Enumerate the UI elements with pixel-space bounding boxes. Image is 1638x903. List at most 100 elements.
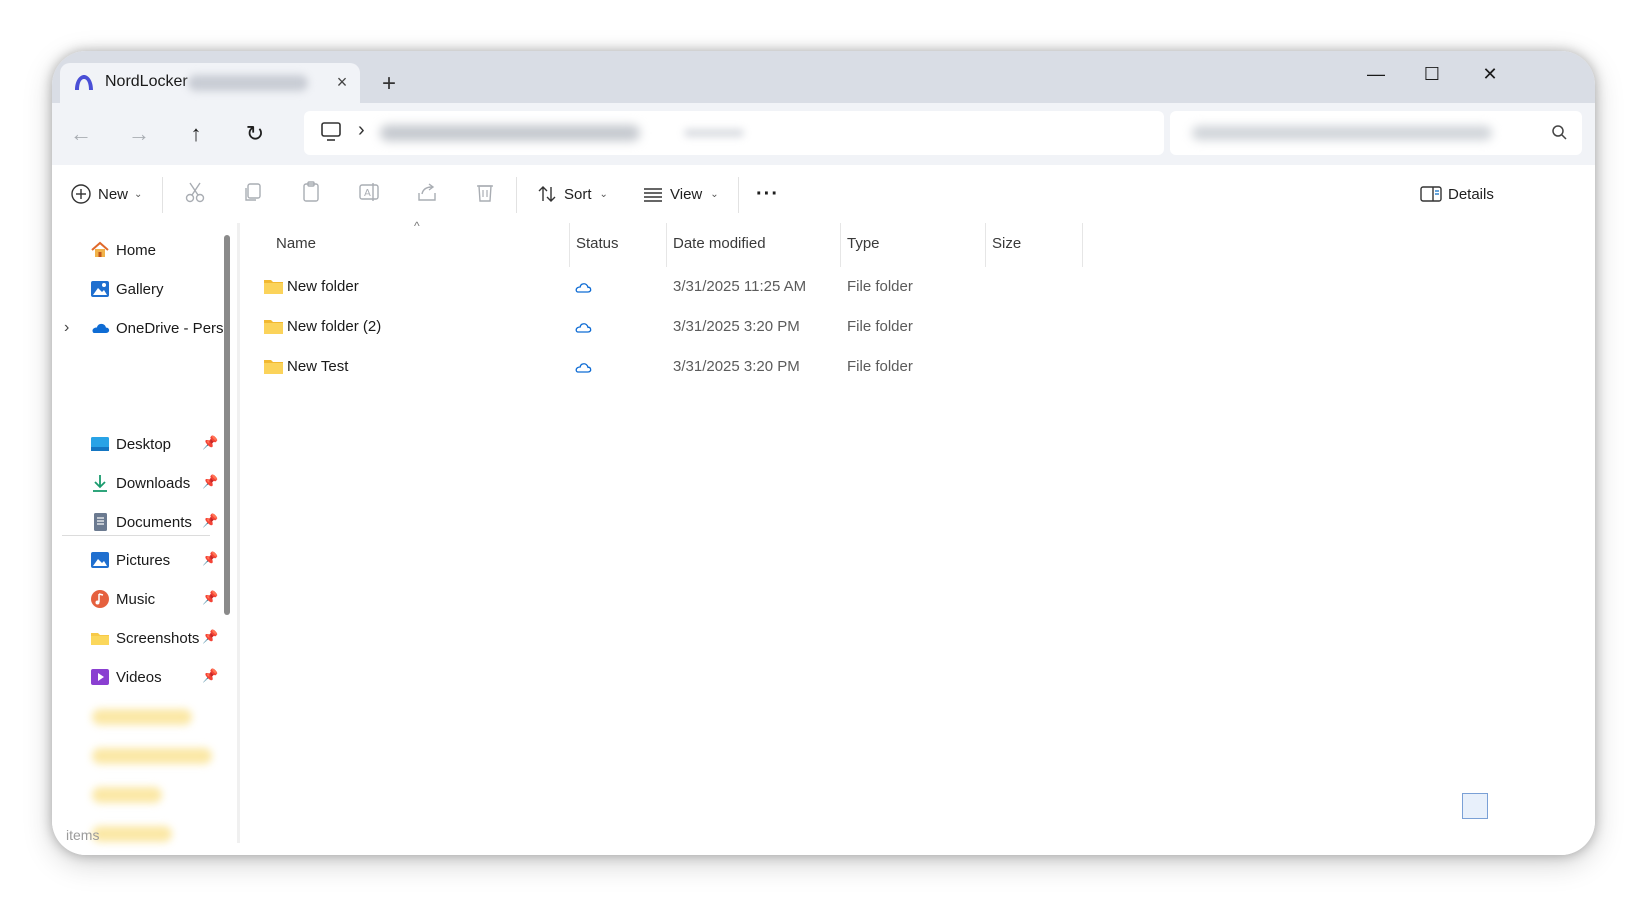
new-tab-icon[interactable]: +	[374, 69, 404, 99]
sidebar-item-redacted[interactable]	[92, 709, 192, 725]
table-row[interactable]: New Test 3/31/2025 3:20 PM File folder	[240, 349, 1140, 385]
minimize-icon[interactable]: —	[1356, 59, 1396, 91]
back-icon[interactable]: ←	[64, 117, 98, 151]
file-explorer-window: NordLocker × + — ☐ ✕ ← → ↑ ↻ › New ⌄ A S…	[52, 51, 1595, 855]
sidebar-item-label: Desktop	[116, 435, 172, 453]
column-divider[interactable]	[569, 223, 570, 267]
documents-icon	[94, 513, 107, 531]
pin-icon[interactable]: 📌	[202, 668, 218, 684]
file-type: File folder	[847, 318, 913, 335]
details-label: Details	[1448, 185, 1494, 203]
search-input[interactable]	[1170, 111, 1582, 155]
sidebar-item-onedrive[interactable]: OneDrive - Personal	[90, 313, 230, 343]
breadcrumb-chevron-icon[interactable]: ›	[358, 119, 365, 142]
tab-close-icon[interactable]: ×	[330, 69, 354, 95]
tab-nordlocker[interactable]: NordLocker ×	[60, 63, 360, 103]
navigation-bar: ← → ↑ ↻ ›	[52, 103, 1595, 165]
pictures-icon	[91, 552, 109, 568]
status-bar-items: items	[66, 827, 100, 843]
column-header-date[interactable]: Date modified	[673, 227, 766, 261]
sidebar-item-label: Gallery	[116, 280, 164, 298]
tab-title-redacted	[188, 75, 308, 91]
copy-icon[interactable]	[240, 179, 266, 205]
column-header-name[interactable]: Name	[276, 227, 316, 261]
address-path-redacted-2	[684, 129, 744, 137]
pin-icon[interactable]: 📌	[202, 590, 218, 606]
downloads-icon	[93, 475, 107, 492]
file-list: ^ Name Status Date modified Type Size Ne…	[240, 219, 1595, 855]
column-divider[interactable]	[1082, 223, 1083, 267]
table-row[interactable]: New folder 3/31/2025 11:25 AM File folde…	[240, 269, 1140, 305]
details-pane-button[interactable]: Details	[1418, 179, 1494, 209]
pin-icon[interactable]: 📌	[202, 629, 218, 645]
toolbar-divider	[516, 177, 517, 213]
cloud-status-icon	[575, 283, 592, 293]
column-divider[interactable]	[666, 223, 667, 267]
cloud-status-icon	[575, 323, 592, 333]
sidebar-item-gallery[interactable]: Gallery	[90, 274, 164, 304]
pin-icon[interactable]: 📌	[202, 513, 218, 529]
address-bar[interactable]: ›	[304, 111, 1164, 155]
sidebar-item-label: Music	[116, 590, 156, 608]
sidebar-item-home[interactable]: Home	[90, 235, 156, 265]
view-label: View	[670, 185, 703, 203]
nordlocker-logo-icon	[75, 75, 93, 90]
rename-icon[interactable]: A	[356, 179, 382, 205]
new-button[interactable]: New ⌄	[68, 179, 142, 209]
date-modified: 3/31/2025 3:20 PM	[673, 318, 800, 335]
close-window-icon[interactable]: ✕	[1470, 59, 1510, 91]
sidebar-scrollbar[interactable]	[224, 235, 230, 615]
tab-title: NordLocker	[105, 73, 188, 90]
sidebar-item-redacted[interactable]	[92, 826, 172, 842]
paste-icon[interactable]	[298, 179, 324, 205]
share-icon[interactable]	[414, 179, 440, 205]
navigation-pane: Home Gallery › OneDrive - Personal Deskt…	[52, 223, 237, 855]
column-header-status[interactable]: Status	[576, 227, 619, 261]
more-options-button[interactable]: ···	[756, 179, 779, 209]
chevron-down-icon: ⌄	[599, 188, 608, 200]
table-row[interactable]: New folder (2) 3/31/2025 3:20 PM File fo…	[240, 309, 1140, 345]
svg-text:A: A	[364, 188, 371, 199]
sidebar-item-downloads[interactable]: Downloads	[90, 468, 190, 498]
column-header-size[interactable]: Size	[992, 227, 1021, 261]
videos-icon	[91, 669, 109, 685]
sidebar-item-label: Pictures	[116, 551, 171, 569]
sidebar-item-redacted[interactable]	[92, 748, 212, 764]
refresh-icon[interactable]: ↻	[238, 117, 272, 151]
expand-chevron-icon[interactable]: ›	[64, 313, 69, 343]
sidebar-item-label: Home	[116, 241, 157, 259]
sort-button[interactable]: Sort ⌄	[534, 179, 608, 209]
toolbar-divider	[738, 177, 739, 213]
folder-icon	[264, 360, 283, 374]
folder-icon	[264, 320, 283, 334]
sidebar-item-label: Videos	[116, 668, 162, 686]
column-divider[interactable]	[985, 223, 986, 267]
view-button[interactable]: View ⌄	[640, 179, 719, 209]
sidebar-item-documents[interactable]: Documents	[90, 507, 192, 537]
cut-icon[interactable]	[182, 179, 208, 205]
sidebar-item-screenshots[interactable]: Screenshots	[90, 623, 199, 653]
pin-icon[interactable]: 📌	[202, 474, 218, 490]
file-name: New folder (2)	[287, 318, 382, 335]
up-icon[interactable]: ↑	[179, 117, 213, 151]
sidebar-item-videos[interactable]: Videos	[90, 662, 162, 692]
pin-icon[interactable]: 📌	[202, 551, 218, 567]
sidebar-item-pictures[interactable]: Pictures	[90, 545, 170, 575]
command-bar: New ⌄ A Sort ⌄ View ⌄ ··· Details	[52, 165, 1595, 224]
details-view-icon[interactable]	[1462, 793, 1488, 819]
sidebar-item-desktop[interactable]: Desktop	[90, 429, 171, 459]
pin-icon[interactable]: 📌	[202, 435, 218, 451]
onedrive-cloud-icon	[92, 323, 110, 333]
maximize-icon[interactable]: ☐	[1412, 59, 1452, 91]
sort-arrows-icon	[538, 186, 556, 202]
column-header-type[interactable]: Type	[847, 227, 880, 261]
sidebar-item-redacted[interactable]	[92, 787, 162, 803]
chevron-down-icon: ⌄	[710, 188, 719, 200]
home-icon	[91, 241, 109, 257]
column-divider[interactable]	[840, 223, 841, 267]
sort-label: Sort	[564, 185, 592, 203]
sidebar-item-music[interactable]: Music	[90, 584, 155, 614]
delete-icon[interactable]	[472, 179, 498, 205]
plus-circle-icon	[71, 184, 91, 204]
forward-icon[interactable]: →	[122, 117, 156, 151]
